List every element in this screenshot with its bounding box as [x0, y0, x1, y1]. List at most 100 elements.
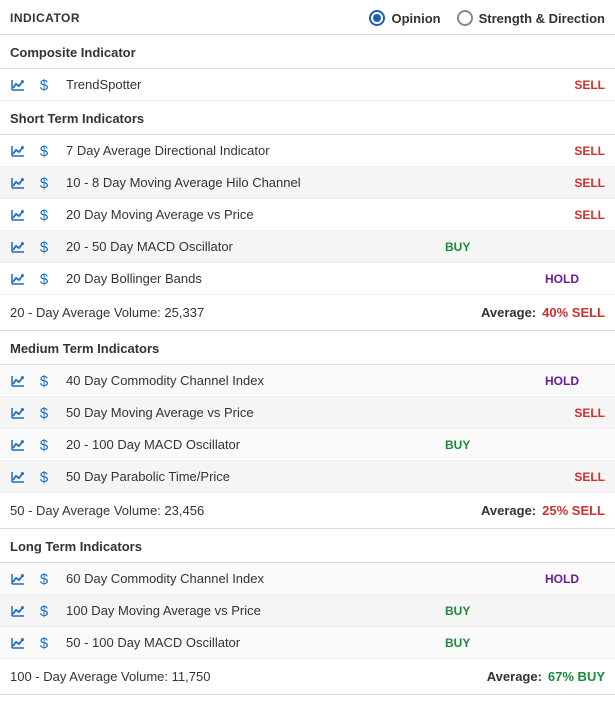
dollar-icon[interactable]: $: [36, 271, 52, 287]
summary-volume: 50 - Day Average Volume: 23,456: [10, 503, 481, 518]
svg-text:$: $: [40, 77, 49, 93]
summary-row: 100 - Day Average Volume: 11,750Average:…: [0, 659, 615, 695]
chart-icon[interactable]: [10, 437, 26, 453]
svg-text:$: $: [40, 143, 49, 159]
dollar-icon[interactable]: $: [36, 239, 52, 255]
section-header: Medium Term Indicators: [0, 331, 615, 365]
chart-icon[interactable]: [10, 239, 26, 255]
dollar-icon[interactable]: $: [36, 175, 52, 191]
chart-icon[interactable]: [10, 143, 26, 159]
indicator-row: $ 40 Day Commodity Channel Index HOLD: [0, 365, 615, 397]
signal-value: SELL: [565, 208, 605, 222]
svg-text:$: $: [40, 207, 49, 223]
dollar-icon[interactable]: $: [36, 207, 52, 223]
indicator-row: $ 100 Day Moving Average vs Price BUY: [0, 595, 615, 627]
signal-value: HOLD: [495, 374, 605, 388]
summary-volume: 100 - Day Average Volume: 11,750: [10, 669, 487, 684]
indicator-row: $ 20 Day Moving Average vs PriceSELL: [0, 199, 615, 231]
chart-icon[interactable]: [10, 571, 26, 587]
svg-text:$: $: [40, 603, 49, 619]
signal-value: SELL: [565, 406, 605, 420]
indicator-row: $ 20 - 100 Day MACD Oscillator BUY: [0, 429, 615, 461]
radio-strength-label: Strength & Direction: [479, 11, 605, 26]
indicator-name: 50 Day Parabolic Time/Price: [54, 469, 230, 484]
indicator-name: 7 Day Average Directional Indicator: [54, 143, 270, 158]
row-icons: $: [10, 469, 54, 485]
signal-value: SELL: [565, 176, 605, 190]
chart-icon[interactable]: [10, 373, 26, 389]
average-value: 67% BUY: [548, 669, 605, 684]
svg-text:$: $: [40, 271, 49, 287]
svg-text:$: $: [40, 239, 49, 255]
summary-row: 20 - Day Average Volume: 25,337Average:4…: [0, 295, 615, 331]
dollar-icon[interactable]: $: [36, 469, 52, 485]
svg-text:$: $: [40, 373, 49, 389]
indicator-name: 100 Day Moving Average vs Price: [54, 603, 261, 618]
indicator-row: $ 50 Day Moving Average vs Price SELL: [0, 397, 615, 429]
signal-value: BUY: [445, 604, 605, 618]
dollar-icon[interactable]: $: [36, 437, 52, 453]
average-label: Average:: [481, 503, 542, 518]
indicator-name: 50 Day Moving Average vs Price: [54, 405, 254, 420]
indicator-row: $ 10 - 8 Day Moving Average Hilo Channel…: [0, 167, 615, 199]
signal-value: HOLD: [495, 272, 605, 286]
section-header: Composite Indicator: [0, 35, 615, 69]
summary-volume: 20 - Day Average Volume: 25,337: [10, 305, 481, 320]
indicator-name: 40 Day Commodity Channel Index: [54, 373, 264, 388]
signal-value: BUY: [445, 438, 605, 452]
radio-selected-icon: [369, 10, 385, 26]
indicator-name: TrendSpotter: [54, 77, 141, 92]
dollar-icon[interactable]: $: [36, 373, 52, 389]
radio-opinion-label: Opinion: [391, 11, 440, 26]
indicator-row: $ 50 - 100 Day MACD Oscillator BUY: [0, 627, 615, 659]
signal-value: BUY: [445, 636, 605, 650]
indicator-name: 20 - 100 Day MACD Oscillator: [54, 437, 240, 452]
indicator-row: $ 60 Day Commodity Channel Index HOLD: [0, 563, 615, 595]
average-label: Average:: [481, 305, 542, 320]
radio-strength[interactable]: Strength & Direction: [457, 10, 605, 26]
radio-unselected-icon: [457, 10, 473, 26]
signal-value: SELL: [565, 470, 605, 484]
indicator-name: 50 - 100 Day MACD Oscillator: [54, 635, 240, 650]
chart-icon[interactable]: [10, 207, 26, 223]
signal-value: HOLD: [495, 572, 605, 586]
row-icons: $: [10, 405, 54, 421]
row-icons: $: [10, 437, 54, 453]
row-icons: $: [10, 77, 54, 93]
chart-icon[interactable]: [10, 635, 26, 651]
dollar-icon[interactable]: $: [36, 635, 52, 651]
dollar-icon[interactable]: $: [36, 143, 52, 159]
chart-icon[interactable]: [10, 175, 26, 191]
chart-icon[interactable]: [10, 469, 26, 485]
chart-icon[interactable]: [10, 405, 26, 421]
header-title: INDICATOR: [10, 11, 369, 25]
svg-text:$: $: [40, 175, 49, 191]
row-icons: $: [10, 175, 54, 191]
radio-opinion[interactable]: Opinion: [369, 10, 440, 26]
dollar-icon[interactable]: $: [36, 77, 52, 93]
chart-icon[interactable]: [10, 271, 26, 287]
svg-text:$: $: [40, 469, 49, 485]
chart-icon[interactable]: [10, 603, 26, 619]
row-icons: $: [10, 571, 54, 587]
svg-text:$: $: [40, 405, 49, 421]
svg-text:$: $: [40, 635, 49, 651]
indicator-name: 10 - 8 Day Moving Average Hilo Channel: [54, 175, 301, 190]
indicator-row: $ TrendSpotter SELL: [0, 69, 615, 101]
indicator-name: 20 - 50 Day MACD Oscillator: [54, 239, 233, 254]
indicator-name: 60 Day Commodity Channel Index: [54, 571, 264, 586]
view-radio-group: Opinion Strength & Direction: [369, 10, 605, 26]
row-icons: $: [10, 207, 54, 223]
table-header: INDICATOR Opinion Strength & Direction: [0, 0, 615, 35]
svg-text:$: $: [40, 571, 49, 587]
average-value: 25% SELL: [542, 503, 605, 518]
dollar-icon[interactable]: $: [36, 405, 52, 421]
row-icons: $: [10, 373, 54, 389]
signal-value: SELL: [565, 78, 605, 92]
indicator-row: $ 7 Day Average Directional IndicatorSEL…: [0, 135, 615, 167]
dollar-icon[interactable]: $: [36, 603, 52, 619]
section-header: Short Term Indicators: [0, 101, 615, 135]
row-icons: $: [10, 143, 54, 159]
dollar-icon[interactable]: $: [36, 571, 52, 587]
chart-icon[interactable]: [10, 77, 26, 93]
